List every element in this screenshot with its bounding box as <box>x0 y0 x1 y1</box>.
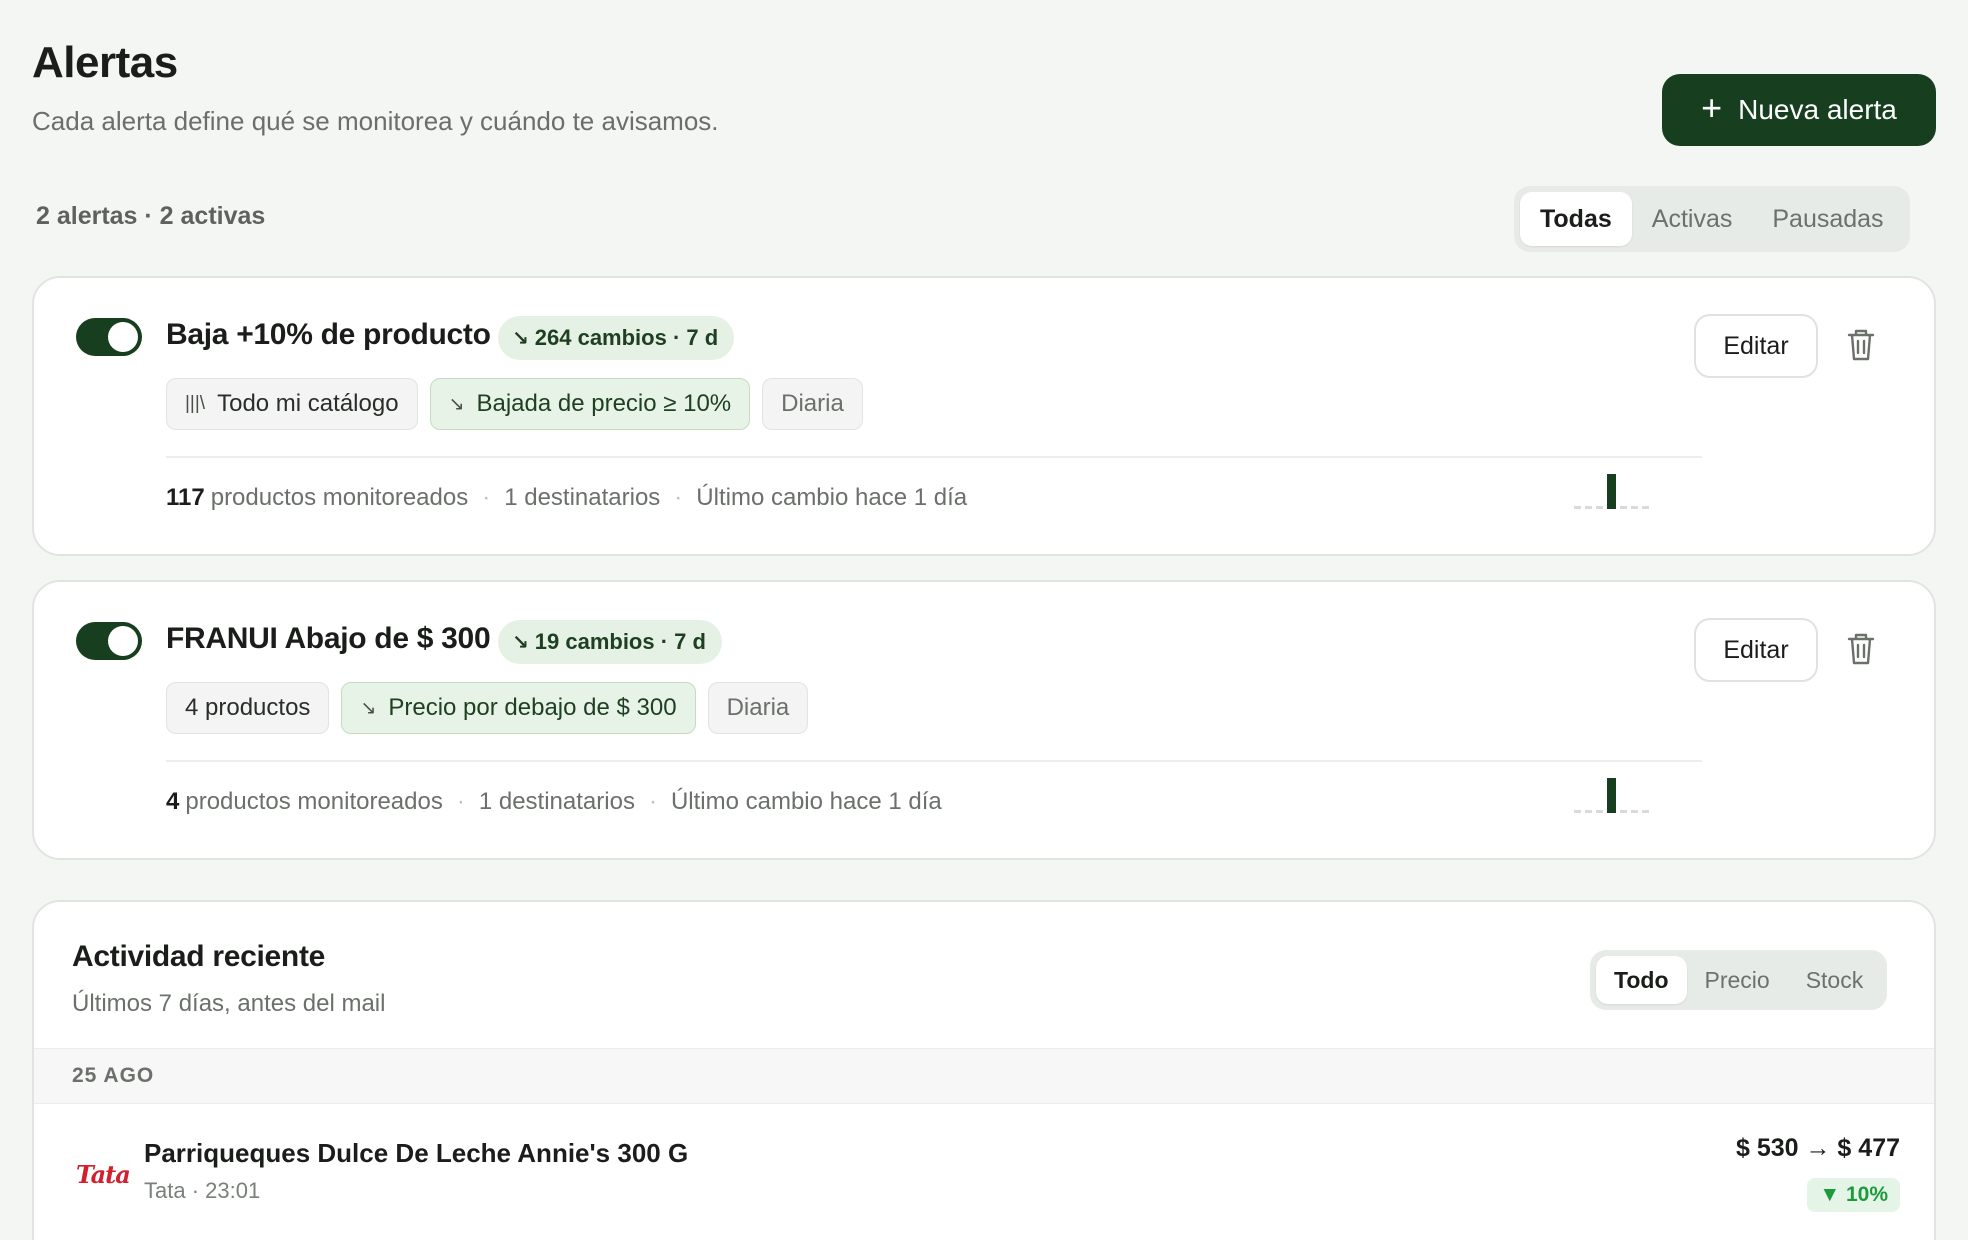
activity-title: Actividad reciente <box>72 940 326 973</box>
trash-icon[interactable] <box>1846 328 1876 362</box>
scope-chip: 4 productos <box>166 682 330 734</box>
alert-card: FRANUI Abajo de $ 300 ↘ 19 cambios · 7 d… <box>32 580 1936 860</box>
activity-product-name[interactable]: Parriqueques Dulce De Leche Annie's 300 … <box>144 1138 688 1169</box>
edit-button[interactable]: Editar <box>1694 314 1818 378</box>
alert-enabled-toggle[interactable] <box>76 622 142 660</box>
tab-activas[interactable]: Activas <box>1632 192 1753 246</box>
new-alert-label: Nueva alerta <box>1738 94 1897 125</box>
tab-stock[interactable]: Stock <box>1788 956 1882 1004</box>
store-logo: Tata <box>76 1160 131 1189</box>
activity-filter-tabs: Todo Precio Stock <box>1590 950 1888 1010</box>
card-divider <box>166 760 1702 762</box>
trend-down-icon: ↘ <box>448 393 465 415</box>
alert-title: Baja +10% de producto <box>166 318 491 351</box>
separator-dot: · <box>648 788 657 815</box>
alerts-summary: 2 alertas · 2 activas <box>36 202 266 230</box>
plus-icon: + <box>1701 87 1723 128</box>
alert-enabled-toggle[interactable] <box>76 318 142 356</box>
separator-dot: · <box>482 484 491 511</box>
frequency-chip: Diaria <box>707 682 809 734</box>
page-header: Alertas Cada alerta define qué se monito… <box>32 38 719 137</box>
recipients: 1 destinatarios <box>478 788 635 815</box>
recent-activity-panel: Actividad reciente Últimos 7 días, antes… <box>32 900 1936 1240</box>
scope-chip-label: Todo mi catálogo <box>217 390 399 417</box>
tab-todas[interactable]: Todas <box>1520 192 1632 246</box>
last-change: Último cambio hace 1 día <box>696 484 968 511</box>
alert-meta: 117 productos monitoreados · 1 destinata… <box>166 484 967 512</box>
condition-chip-label: Precio por debajo de $ 300 <box>388 694 677 721</box>
changes-badge: ↘ 19 cambios · 7 d <box>498 620 722 664</box>
activity-product-meta: Tata · 23:01 <box>144 1178 261 1203</box>
alert-meta: 4 productos monitoreados · 1 destinatari… <box>166 788 942 816</box>
alert-chips: |||\ Todo mi catálogo ↘ Bajada de precio… <box>166 378 863 430</box>
monitored-count: 4 <box>166 788 180 815</box>
condition-chip: ↘ Precio por debajo de $ 300 <box>341 682 696 734</box>
edit-button[interactable]: Editar <box>1694 618 1818 682</box>
activity-subtitle: Últimos 7 días, antes del mail <box>72 990 386 1017</box>
new-alert-button[interactable]: + Nueva alerta <box>1662 74 1936 146</box>
trend-down-icon: ↘ <box>360 697 377 719</box>
alert-title: FRANUI Abajo de $ 300 <box>166 622 491 655</box>
toggle-knob <box>108 322 138 352</box>
condition-chip-label: Bajada de precio ≥ 10% <box>476 390 732 417</box>
monitored-label: productos monitoreados <box>185 788 443 815</box>
trend-down-icon: ↘ <box>512 631 529 654</box>
trash-icon[interactable] <box>1846 632 1876 666</box>
page-subtitle: Cada alerta define qué se monitorea y cu… <box>32 106 719 136</box>
monitored-label: productos monitoreados <box>210 484 469 511</box>
card-divider <box>166 456 1702 458</box>
toggle-knob <box>108 626 138 656</box>
monitored-count: 117 <box>166 484 205 511</box>
alert-filter-tabs: Todas Activas Pausadas <box>1514 186 1910 252</box>
separator-dot: · <box>456 788 465 815</box>
catalog-icon: |||\ <box>185 393 206 414</box>
date-group-header: 25 AGO <box>34 1048 1934 1104</box>
alert-card: Baja +10% de producto ↘ 264 cambios · 7 … <box>32 276 1936 556</box>
changes-badge-label: 19 cambios · 7 d <box>534 629 706 654</box>
changes-badge: ↘ 264 cambios · 7 d <box>498 316 735 360</box>
separator-dot: · <box>674 484 683 511</box>
changes-badge-label: 264 cambios · 7 d <box>534 325 719 350</box>
price-change: $ 530 → $ 477 <box>1735 1134 1900 1162</box>
tab-precio[interactable]: Precio <box>1687 956 1788 1004</box>
page-title: Alertas <box>32 38 178 87</box>
activity-sparkline <box>1574 778 1649 813</box>
last-change: Último cambio hace 1 día <box>670 788 942 815</box>
tab-todo[interactable]: Todo <box>1596 956 1687 1004</box>
tab-pausadas[interactable]: Pausadas <box>1752 192 1903 246</box>
scope-chip: |||\ Todo mi catálogo <box>166 378 418 430</box>
condition-chip: ↘ Bajada de precio ≥ 10% <box>429 378 751 430</box>
activity-sparkline <box>1574 474 1649 509</box>
trend-down-icon: ↘ <box>512 327 529 350</box>
recipients: 1 destinatarios <box>504 484 661 511</box>
price-drop-badge: ▼ 10% <box>1807 1178 1900 1212</box>
frequency-chip: Diaria <box>762 378 863 430</box>
alert-chips: 4 productos ↘ Precio por debajo de $ 300… <box>166 682 809 734</box>
